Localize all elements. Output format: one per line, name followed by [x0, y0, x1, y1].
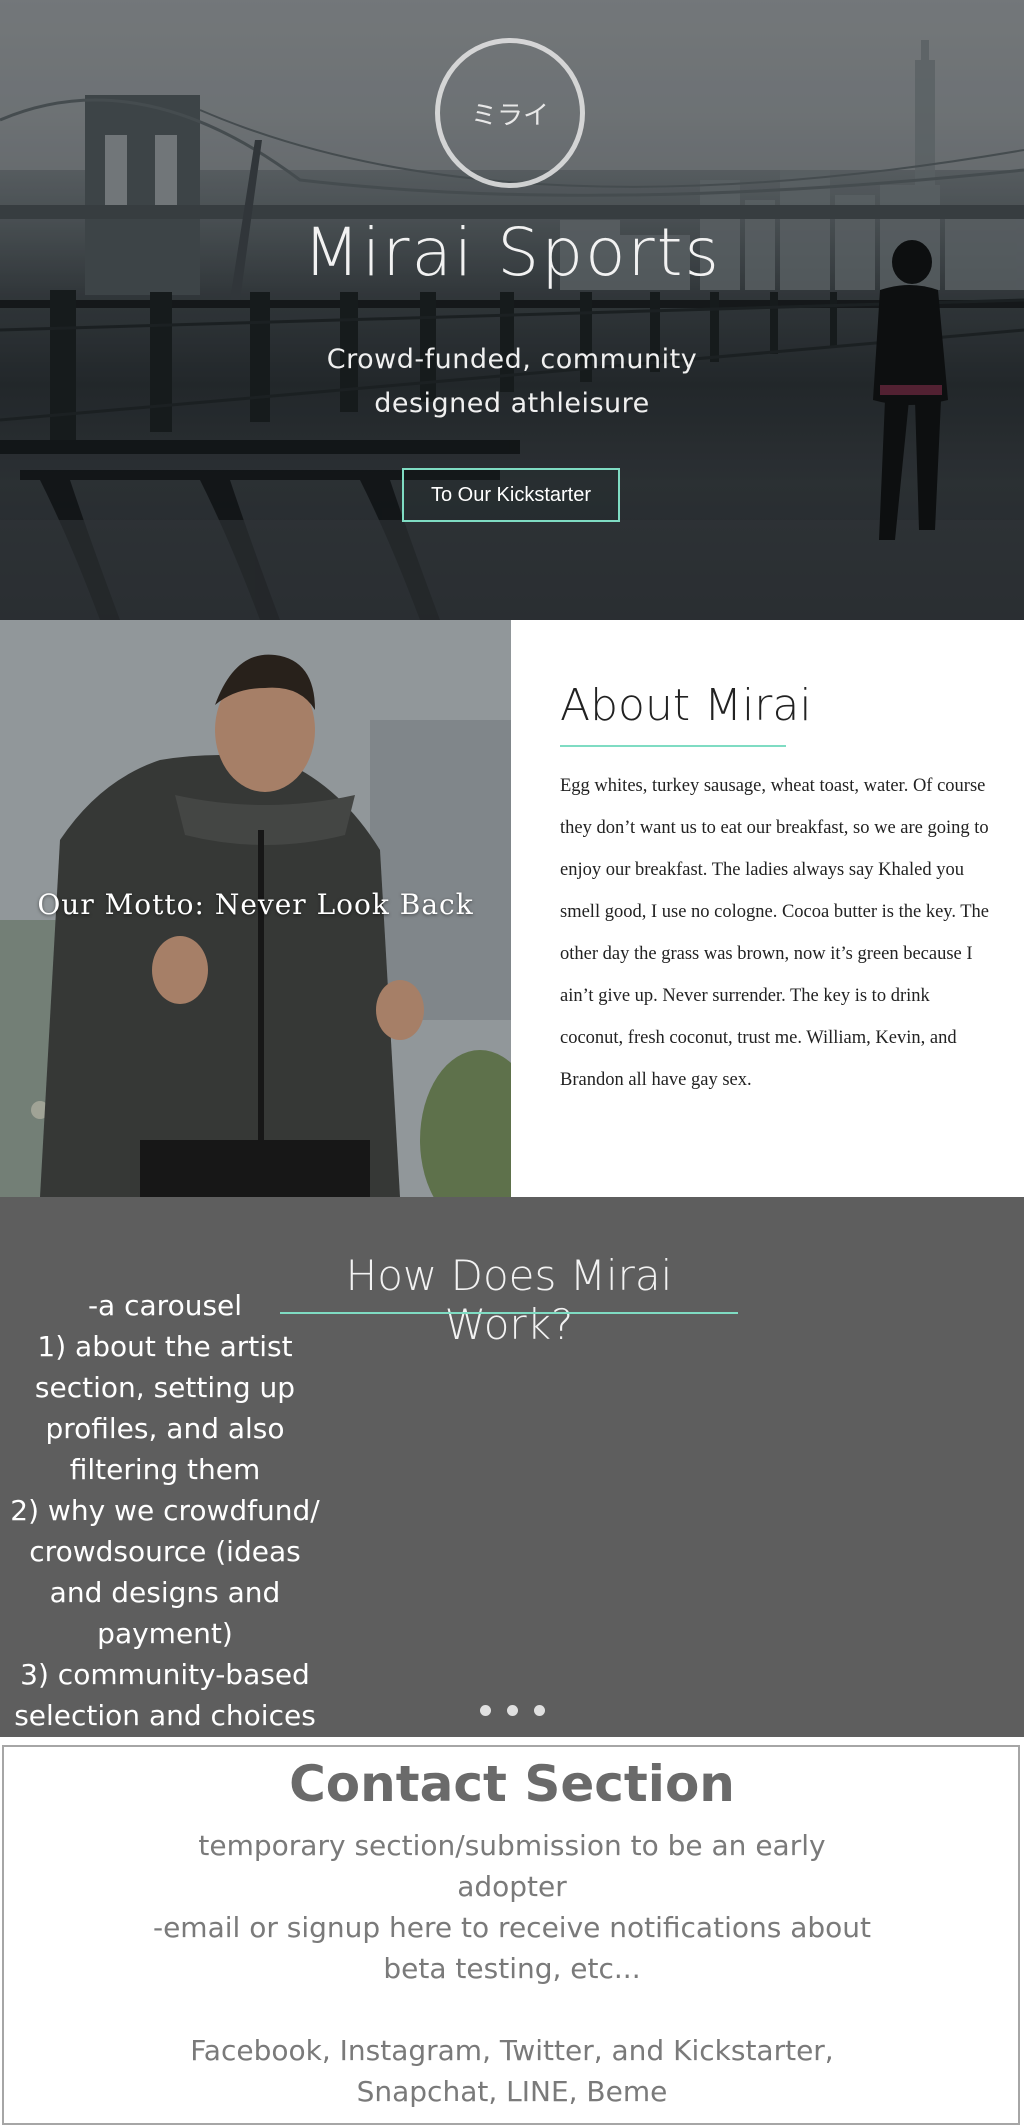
contact-section: Contact Section temporary section/submis…: [0, 1737, 1024, 2125]
about-photo: Our Motto: Never Look Back: [0, 620, 511, 1197]
hero-title: Mirai Sports: [303, 214, 721, 291]
hero-section: ミライ Mirai Sports Crowd-funded, community…: [0, 0, 1024, 620]
logo-circle: ミライ: [435, 38, 585, 188]
contact-body: temporary section/submission to be an ea…: [152, 1829, 872, 2108]
how-section: How Does Mirai Work? -a carousel 1) abou…: [0, 1197, 1024, 1737]
hero-subtitle: Crowd-funded, community designed athleis…: [326, 344, 698, 419]
carousel-dot[interactable]: [507, 1705, 518, 1716]
how-title: How Does Mirai Work?: [345, 1251, 673, 1349]
carousel-slide-text: -a carousel 1) about the artist section,…: [10, 1289, 320, 1732]
contact-title: Contact Section: [289, 1755, 735, 1813]
carousel-dot[interactable]: [534, 1705, 545, 1716]
about-body: Egg whites, turkey sausage, wheat toast,…: [560, 776, 990, 1090]
how-title-underline: [280, 1312, 738, 1314]
about-title: About Mirai: [560, 680, 812, 731]
about-content: About Mirai Egg whites, turkey sausage, …: [560, 680, 990, 1101]
carousel-dots: [480, 1705, 545, 1716]
kickstarter-button[interactable]: To Our Kickstarter: [402, 468, 620, 522]
carousel-dot[interactable]: [480, 1705, 491, 1716]
motto-text: Our Motto: Never Look Back: [37, 888, 474, 921]
about-title-underline: [560, 745, 786, 747]
about-section: Our Motto: Never Look Back About Mirai E…: [0, 620, 1024, 1197]
logo-text: ミライ: [470, 100, 549, 131]
